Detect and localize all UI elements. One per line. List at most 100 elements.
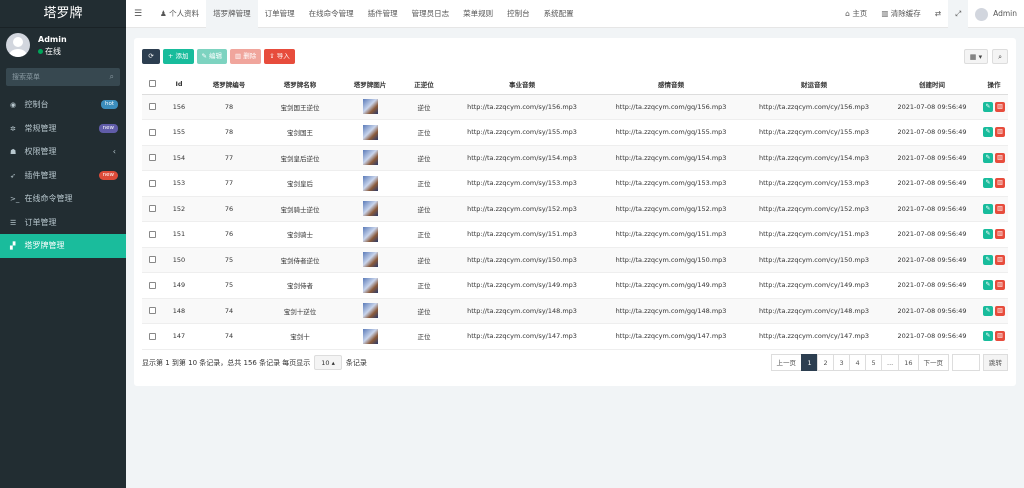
- row-checkbox[interactable]: [142, 94, 162, 120]
- header-id[interactable]: Id: [162, 74, 196, 95]
- columns-toggle-button[interactable]: ▦ ▾: [963, 49, 989, 64]
- cell-image[interactable]: [338, 145, 402, 171]
- edit-button[interactable]: ✎ 编辑: [196, 49, 228, 64]
- page-3-button[interactable]: 3: [833, 354, 851, 371]
- table-row[interactable]: 154 77 宝剑皇后逆位 逆位 http://ta.zzqcym.com/sy…: [142, 145, 1008, 171]
- table-row[interactable]: 152 76 宝剑骑士逆位 逆位 http://ta.zzqcym.com/sy…: [142, 196, 1008, 222]
- prev-page-button[interactable]: 上一页: [770, 354, 803, 371]
- tab-admin-log[interactable]: 管理员日志: [405, 0, 457, 28]
- row-checkbox[interactable]: [142, 247, 162, 273]
- cell-image[interactable]: [338, 272, 402, 299]
- table-row[interactable]: 148 74 宝剑十逆位 逆位 http://ta.zzqcym.com/sy/…: [142, 298, 1008, 324]
- row-edit-icon[interactable]: ✎: [983, 254, 993, 265]
- tarot-card-thumbnail[interactable]: [362, 328, 378, 344]
- row-delete-icon[interactable]: ▥: [995, 152, 1005, 163]
- cell-image[interactable]: [338, 298, 402, 324]
- row-delete-icon[interactable]: ▥: [995, 178, 1005, 189]
- jump-button[interactable]: 跳转: [983, 354, 1008, 371]
- search-icon[interactable]: ⌕: [110, 72, 114, 82]
- row-delete-icon[interactable]: ▥: [995, 254, 1005, 265]
- next-page-button[interactable]: 下一页: [917, 354, 949, 371]
- header-career-audio[interactable]: 事业音频: [446, 74, 598, 95]
- table-row[interactable]: 156 78 宝剑国王逆位 逆位 http://ta.zzqcym.com/sy…: [142, 94, 1008, 120]
- tarot-card-thumbnail[interactable]: [362, 201, 378, 217]
- tarot-card-thumbnail[interactable]: [362, 175, 378, 191]
- sidebar-item-command[interactable]: >_ 在线命令管理: [0, 187, 126, 211]
- cell-position[interactable]: 逆位: [402, 145, 446, 171]
- sidebar-item-dashboard[interactable]: ◉ 控制台 hot: [0, 93, 126, 117]
- sidebar-item-tarot[interactable]: ▞ 塔罗牌管理: [0, 234, 126, 258]
- tarot-card-thumbnail[interactable]: [362, 226, 378, 242]
- tarot-card-thumbnail[interactable]: [362, 124, 378, 140]
- table-row[interactable]: 155 78 宝剑国王 正位 http://ta.zzqcym.com/sy/1…: [142, 119, 1008, 146]
- page-5-button[interactable]: 5: [865, 354, 883, 371]
- row-edit-icon[interactable]: ✎: [983, 229, 993, 240]
- row-delete-icon[interactable]: ▥: [995, 203, 1005, 214]
- tarot-card-thumbnail[interactable]: [362, 99, 378, 115]
- table-row[interactable]: 147 74 宝剑十 正位 http://ta.zzqcym.com/sy/14…: [142, 323, 1008, 350]
- tab-menu-rules[interactable]: 菜单规则: [456, 0, 500, 28]
- row-edit-icon[interactable]: ✎: [983, 331, 993, 342]
- tab-tarot[interactable]: 塔罗牌管理: [206, 0, 258, 28]
- tarot-card-thumbnail[interactable]: [362, 252, 378, 268]
- row-edit-icon[interactable]: ✎: [983, 178, 993, 189]
- cell-image[interactable]: [338, 323, 402, 350]
- header-position[interactable]: 正逆位: [402, 74, 446, 95]
- row-checkbox[interactable]: [142, 119, 162, 146]
- row-checkbox[interactable]: [142, 272, 162, 299]
- cell-position[interactable]: 逆位: [402, 298, 446, 324]
- row-delete-icon[interactable]: ▥: [995, 127, 1005, 138]
- menu-search-input[interactable]: [6, 68, 120, 86]
- row-checkbox[interactable]: [142, 221, 162, 248]
- search-toggle-button[interactable]: ⌕: [992, 49, 1008, 64]
- page-16-button[interactable]: 16: [898, 354, 919, 371]
- tarot-card-thumbnail[interactable]: [362, 277, 378, 293]
- tab-profile[interactable]: ♟ 个人资料: [153, 0, 206, 28]
- top-user-menu[interactable]: Admin: [968, 0, 1024, 28]
- row-delete-icon[interactable]: ▥: [995, 280, 1005, 291]
- row-edit-icon[interactable]: ✎: [983, 152, 993, 163]
- row-edit-icon[interactable]: ✎: [983, 280, 993, 291]
- cell-position[interactable]: 逆位: [402, 247, 446, 273]
- page-size-select[interactable]: 10 ▴: [314, 355, 342, 370]
- row-checkbox[interactable]: [142, 298, 162, 324]
- tab-command[interactable]: 在线命令管理: [302, 0, 361, 28]
- cell-position[interactable]: 逆位: [402, 196, 446, 222]
- page-4-button[interactable]: 4: [849, 354, 867, 371]
- cell-image[interactable]: [338, 247, 402, 273]
- tab-addon[interactable]: 插件管理: [361, 0, 405, 28]
- tab-orders[interactable]: 订单管理: [258, 0, 302, 28]
- header-love-audio[interactable]: 感情音频: [598, 74, 744, 95]
- tarot-card-thumbnail[interactable]: [362, 150, 378, 166]
- row-edit-icon[interactable]: ✎: [983, 305, 993, 316]
- cell-image[interactable]: [338, 196, 402, 222]
- row-edit-icon[interactable]: ✎: [983, 127, 993, 138]
- header-created-time[interactable]: 创建时间: [884, 74, 980, 95]
- add-button[interactable]: + 添加: [163, 49, 194, 64]
- header-image[interactable]: 塔罗牌图片: [338, 74, 402, 95]
- delete-button[interactable]: ▥ 删除: [230, 49, 262, 64]
- table-row[interactable]: 149 75 宝剑侍者 正位 http://ta.zzqcym.com/sy/1…: [142, 272, 1008, 299]
- tab-config[interactable]: 系统配置: [537, 0, 581, 28]
- sidebar-item-orders[interactable]: ☰ 订单管理: [0, 211, 126, 235]
- row-edit-icon[interactable]: ✎: [983, 203, 993, 214]
- table-row[interactable]: 150 75 宝剑侍者逆位 逆位 http://ta.zzqcym.com/sy…: [142, 247, 1008, 273]
- header-wealth-audio[interactable]: 财运音频: [744, 74, 884, 95]
- cell-image[interactable]: [338, 94, 402, 120]
- row-checkbox[interactable]: [142, 170, 162, 197]
- app-logo[interactable]: 塔罗牌: [0, 0, 126, 28]
- row-delete-icon[interactable]: ▥: [995, 331, 1005, 342]
- sidebar-item-general[interactable]: ✲ 常规管理 new: [0, 117, 126, 141]
- tarot-card-thumbnail[interactable]: [362, 303, 378, 319]
- tab-dashboard[interactable]: 控制台: [500, 0, 537, 28]
- sidebar-item-addon[interactable]: ➶ 插件管理 new: [0, 164, 126, 188]
- cell-image[interactable]: [338, 170, 402, 197]
- header-number[interactable]: 塔罗牌编号: [196, 74, 262, 95]
- row-checkbox[interactable]: [142, 196, 162, 222]
- row-delete-icon[interactable]: ▥: [995, 229, 1005, 240]
- cell-image[interactable]: [338, 119, 402, 146]
- page-1-button[interactable]: 1: [801, 354, 819, 371]
- table-row[interactable]: 151 76 宝剑骑士 正位 http://ta.zzqcym.com/sy/1…: [142, 221, 1008, 248]
- table-row[interactable]: 153 77 宝剑皇后 正位 http://ta.zzqcym.com/sy/1…: [142, 170, 1008, 197]
- row-checkbox[interactable]: [142, 145, 162, 171]
